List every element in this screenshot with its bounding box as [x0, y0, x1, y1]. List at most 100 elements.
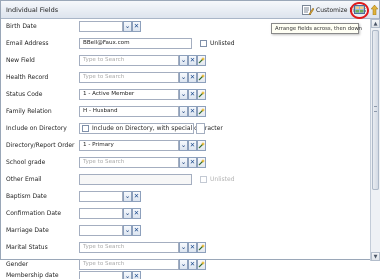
row-marriage-date: Marriage Date ⌄ ✕ [1, 223, 369, 240]
individual-fields-panel: Individual Fields Customize Fields Arran… [0, 0, 380, 279]
gender-label: Gender [6, 261, 29, 268]
arrange-fields-tooltip: Arrange fields across, then down [271, 23, 362, 34]
health-record-input[interactable]: Type to Search [79, 72, 179, 83]
email-unlisted-checkbox[interactable] [200, 40, 207, 47]
directory-report-order-input[interactable]: 1 - Primary [79, 140, 179, 151]
scroll-up-button[interactable]: ▲ [371, 19, 380, 28]
new-field-clear-button[interactable]: ✕ [188, 55, 197, 66]
directory-report-order-label: Directory/Report Order [6, 142, 75, 149]
arrange-fields-button[interactable] [350, 2, 369, 19]
marriage-date-clear-button[interactable]: ✕ [132, 225, 141, 236]
status-code-wand-button[interactable] [197, 89, 206, 100]
close-icon: ✕ [189, 260, 196, 269]
health-record-dropdown-button[interactable]: ⌄ [179, 72, 188, 83]
vertical-scrollbar[interactable]: ▲ ▼ [370, 19, 380, 261]
directory-report-order-wand-button[interactable] [197, 140, 206, 151]
chevron-down-icon: ⌄ [124, 209, 131, 217]
family-relation-clear-button[interactable]: ✕ [188, 106, 197, 117]
close-icon: ✕ [189, 56, 196, 65]
membership-date-input[interactable] [79, 271, 123, 279]
baptism-date-clear-button[interactable]: ✕ [132, 191, 141, 202]
status-code-input[interactable]: 1 - Active Member [79, 89, 179, 100]
include-on-directory-label: Include on Directory [6, 125, 67, 132]
magic-wand-icon [198, 74, 205, 81]
row-status-code: Status Code 1 - Active Member ⌄ ✕ [1, 87, 369, 104]
row-health-record: Health Record Type to Search ⌄ ✕ [1, 70, 369, 87]
include-on-directory-extra-box[interactable] [196, 123, 205, 134]
close-icon: ✕ [189, 141, 196, 150]
directory-report-order-clear-button[interactable]: ✕ [188, 140, 197, 151]
school-grade-input[interactable]: Type to Search [79, 157, 179, 168]
directory-report-order-dropdown-button[interactable]: ⌄ [179, 140, 188, 151]
birth-date-dropdown-button[interactable]: ⌄ [123, 21, 132, 32]
chevron-down-icon: ⌄ [124, 226, 131, 234]
close-icon: ✕ [133, 272, 140, 279]
close-icon: ✕ [133, 192, 140, 201]
gender-dropdown-button[interactable]: ⌄ [179, 259, 188, 270]
marital-status-label: Marital Status [6, 244, 48, 251]
email-unlisted-label: Unlisted [210, 40, 235, 47]
chevron-down-icon: ⌄ [124, 22, 131, 30]
confirmation-date-clear-button[interactable]: ✕ [132, 208, 141, 219]
school-grade-clear-button[interactable]: ✕ [188, 157, 197, 168]
customize-fields-icon [302, 5, 315, 16]
marital-status-clear-button[interactable]: ✕ [188, 242, 197, 253]
marital-status-input[interactable]: Type to Search [79, 242, 179, 253]
new-field-label: New Field [6, 57, 35, 64]
new-field-input[interactable]: Type to Search [79, 55, 179, 66]
school-grade-dropdown-button[interactable]: ⌄ [179, 157, 188, 168]
close-icon: ✕ [133, 22, 140, 31]
new-field-dropdown-button[interactable]: ⌄ [179, 55, 188, 66]
confirmation-date-dropdown-button[interactable]: ⌄ [123, 208, 132, 219]
birth-date-input[interactable] [79, 21, 123, 32]
family-relation-dropdown-button[interactable]: ⌄ [179, 106, 188, 117]
marriage-date-input[interactable] [79, 225, 123, 236]
row-family-relation: Family Relation H - Husband ⌄ ✕ [1, 104, 369, 121]
field-list: Birth Date ⌄ ✕ Email Address BBell@Faux.… [1, 19, 369, 279]
close-icon: ✕ [189, 90, 196, 99]
baptism-date-dropdown-button[interactable]: ⌄ [123, 191, 132, 202]
status-code-label: Status Code [6, 91, 43, 98]
status-code-clear-button[interactable]: ✕ [188, 89, 197, 100]
scrollbar-thumb[interactable] [372, 30, 379, 190]
gender-input[interactable]: Type to Search [79, 259, 179, 270]
chevron-down-icon: ⌄ [180, 107, 187, 115]
other-email-input[interactable] [79, 174, 192, 185]
marital-status-dropdown-button[interactable]: ⌄ [179, 242, 188, 253]
row-confirmation-date: Confirmation Date ⌄ ✕ [1, 206, 369, 223]
status-code-dropdown-button[interactable]: ⌄ [179, 89, 188, 100]
close-icon: ✕ [133, 226, 140, 235]
confirmation-date-input[interactable] [79, 208, 123, 219]
family-relation-wand-button[interactable] [197, 106, 206, 117]
other-email-unlisted-checkbox [200, 176, 207, 183]
gender-wand-button[interactable] [197, 259, 206, 270]
chevron-down-icon: ⌄ [180, 260, 187, 268]
magic-wand-icon [198, 261, 205, 268]
baptism-date-input[interactable] [79, 191, 123, 202]
health-record-wand-button[interactable] [197, 72, 206, 83]
marriage-date-label: Marriage Date [6, 227, 49, 234]
marriage-date-dropdown-button[interactable]: ⌄ [123, 225, 132, 236]
panel-header: Individual Fields Customize Fields [1, 1, 379, 19]
chevron-down-icon: ⌄ [180, 90, 187, 98]
gender-clear-button[interactable]: ✕ [188, 259, 197, 270]
email-address-input[interactable]: BBell@Faux.com [79, 38, 192, 49]
marital-status-wand-button[interactable] [197, 242, 206, 253]
close-icon: ✕ [189, 158, 196, 167]
school-grade-wand-button[interactable] [197, 157, 206, 168]
close-icon: ✕ [189, 107, 196, 116]
membership-date-dropdown-button[interactable]: ⌄ [123, 271, 132, 279]
membership-date-clear-button[interactable]: ✕ [132, 271, 141, 279]
family-relation-input[interactable]: H - Husband [79, 106, 179, 117]
move-up-icon[interactable] [370, 4, 379, 16]
include-on-directory-checkbox[interactable] [82, 125, 89, 132]
row-email-address: Email Address BBell@Faux.com Unlisted [1, 36, 369, 53]
email-address-label: Email Address [6, 40, 49, 47]
new-field-wand-button[interactable] [197, 55, 206, 66]
chevron-down-icon: ⌄ [180, 141, 187, 149]
health-record-clear-button[interactable]: ✕ [188, 72, 197, 83]
row-school-grade: School grade Type to Search ⌄ ✕ [1, 155, 369, 172]
birth-date-clear-button[interactable]: ✕ [132, 21, 141, 32]
other-email-label: Other Email [6, 176, 42, 183]
close-icon: ✕ [133, 209, 140, 218]
